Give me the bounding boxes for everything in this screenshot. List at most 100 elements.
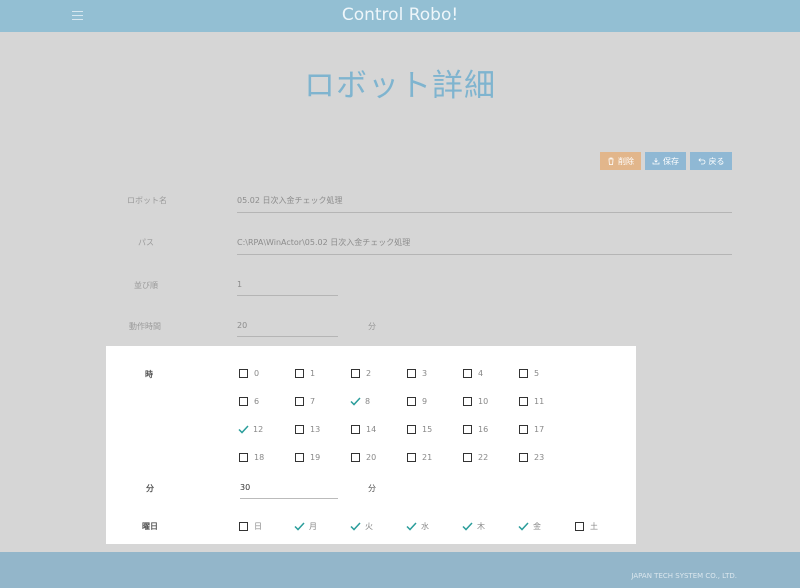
checkbox-box bbox=[575, 522, 584, 531]
weekday-checkbox-5[interactable]: 金 bbox=[518, 521, 541, 532]
back-button[interactable]: 戻る bbox=[690, 152, 732, 170]
checkbox-label: 木 bbox=[477, 522, 485, 531]
back-label: 戻る bbox=[708, 156, 725, 166]
hour-checkbox-22[interactable]: 22 bbox=[463, 453, 488, 462]
hour-checkbox-18[interactable]: 18 bbox=[239, 453, 264, 462]
weekday-checkbox-3[interactable]: 水 bbox=[406, 521, 429, 532]
hour-checkbox-13[interactable]: 13 bbox=[295, 425, 320, 434]
checkbox-label: 7 bbox=[310, 397, 316, 406]
checkbox-label: 19 bbox=[310, 453, 321, 462]
hour-checkbox-10[interactable]: 10 bbox=[463, 397, 488, 406]
hour-checkbox-20[interactable]: 20 bbox=[351, 453, 376, 462]
checkbox-label: 8 bbox=[365, 397, 371, 406]
checkbox-box bbox=[239, 369, 248, 378]
minute-label: 分 bbox=[146, 484, 154, 493]
hour-checkbox-8[interactable]: 8 bbox=[350, 397, 371, 406]
hour-checkbox-19[interactable]: 19 bbox=[295, 453, 320, 462]
hour-checkbox-21[interactable]: 21 bbox=[407, 453, 432, 462]
checkbox-box bbox=[239, 397, 248, 406]
download-icon bbox=[652, 158, 660, 165]
app-title: Control Robo! bbox=[341, 5, 459, 25]
hour-checkbox-6[interactable]: 6 bbox=[239, 397, 259, 406]
undo-icon bbox=[697, 158, 705, 165]
hour-checkbox-11[interactable]: 11 bbox=[519, 397, 544, 406]
checkbox-label: 6 bbox=[254, 397, 260, 406]
checkbox-box bbox=[407, 425, 416, 434]
checkmark-icon bbox=[294, 522, 305, 531]
hour-checkbox-3[interactable]: 3 bbox=[407, 369, 427, 378]
trash-icon bbox=[608, 157, 614, 165]
checkbox-box bbox=[351, 425, 360, 434]
checkbox-label: 月 bbox=[309, 522, 317, 531]
footer: JAPAN TECH SYSTEM CO., LTD. bbox=[0, 552, 800, 588]
schedule-panel: 時 0 1 2 3 4 5 6 7 8 9 10 11 12 13 14 15 16 17 18 19 20 21 22 23… bbox=[106, 346, 636, 544]
hour-checkbox-2[interactable]: 2 bbox=[351, 369, 371, 378]
checkbox-label: 15 bbox=[422, 425, 433, 434]
minute-field[interactable]: 30 bbox=[240, 483, 338, 499]
checkbox-box bbox=[295, 397, 304, 406]
checkbox-label: 9 bbox=[422, 397, 428, 406]
hour-checkbox-23[interactable]: 23 bbox=[519, 453, 544, 462]
checkbox-box bbox=[295, 369, 304, 378]
duration-field[interactable]: 20 bbox=[237, 321, 338, 337]
save-button[interactable]: 保存 bbox=[645, 152, 686, 170]
order-label: 並び順 bbox=[134, 281, 158, 290]
checkmark-icon bbox=[518, 522, 529, 531]
checkbox-box bbox=[407, 397, 416, 406]
checkbox-label: 3 bbox=[422, 369, 428, 378]
delete-button[interactable]: 削除 bbox=[600, 152, 641, 170]
checkbox-box bbox=[407, 369, 416, 378]
weekday-checkbox-0[interactable]: 日 bbox=[239, 521, 262, 532]
hour-checkbox-9[interactable]: 9 bbox=[407, 397, 427, 406]
checkbox-box bbox=[463, 397, 472, 406]
hour-checkbox-0[interactable]: 0 bbox=[239, 369, 259, 378]
checkmark-icon bbox=[406, 522, 417, 531]
checkmark-icon bbox=[238, 425, 249, 434]
checkbox-box bbox=[239, 522, 248, 531]
robot-name-label: ロボット名 bbox=[127, 196, 167, 205]
checkbox-label: 17 bbox=[534, 425, 545, 434]
hour-checkbox-1[interactable]: 1 bbox=[295, 369, 315, 378]
checkbox-box bbox=[351, 453, 360, 462]
robot-name-field[interactable]: 05.02 日次入金チェック処理 bbox=[237, 195, 732, 213]
checkbox-box bbox=[463, 425, 472, 434]
hour-checkbox-4[interactable]: 4 bbox=[463, 369, 483, 378]
weekday-checkbox-6[interactable]: 土 bbox=[575, 521, 598, 532]
app-header: Control Robo! bbox=[0, 0, 800, 32]
checkbox-box bbox=[463, 369, 472, 378]
checkbox-label: 金 bbox=[533, 522, 541, 531]
checkbox-label: 日 bbox=[254, 522, 262, 531]
path-field[interactable]: C:\RPA\WinActor\05.02 日次入金チェック処理 bbox=[237, 237, 732, 255]
checkbox-box bbox=[239, 453, 248, 462]
weekday-checkbox-1[interactable]: 月 bbox=[294, 521, 317, 532]
weekday-checkbox-4[interactable]: 木 bbox=[462, 521, 485, 532]
weekday-checkbox-2[interactable]: 火 bbox=[350, 521, 373, 532]
minute-unit: 分 bbox=[368, 484, 376, 493]
delete-label: 削除 bbox=[618, 156, 634, 166]
checkbox-label: 0 bbox=[254, 369, 260, 378]
hour-checkbox-14[interactable]: 14 bbox=[351, 425, 376, 434]
hour-checkbox-7[interactable]: 7 bbox=[295, 397, 315, 406]
checkbox-box bbox=[519, 425, 528, 434]
hour-checkbox-17[interactable]: 17 bbox=[519, 425, 544, 434]
checkbox-label: 水 bbox=[421, 522, 429, 531]
checkbox-box bbox=[463, 453, 472, 462]
checkbox-box bbox=[519, 369, 528, 378]
hour-checkbox-16[interactable]: 16 bbox=[463, 425, 488, 434]
checkbox-label: 16 bbox=[478, 425, 489, 434]
checkmark-icon bbox=[350, 397, 361, 406]
checkbox-label: 14 bbox=[366, 425, 377, 434]
hour-checkbox-12[interactable]: 12 bbox=[238, 425, 264, 434]
page-title: ロボット詳細 bbox=[304, 68, 496, 104]
checkbox-box bbox=[295, 453, 304, 462]
checkbox-label: 火 bbox=[365, 522, 373, 531]
hour-checkbox-5[interactable]: 5 bbox=[519, 369, 539, 378]
order-field[interactable]: 1 bbox=[237, 280, 338, 296]
checkbox-label: 1 bbox=[310, 369, 316, 378]
hour-label: 時 bbox=[145, 370, 153, 379]
checkbox-box bbox=[519, 453, 528, 462]
footer-copyright: JAPAN TECH SYSTEM CO., LTD. bbox=[631, 572, 737, 580]
weekday-label: 曜日 bbox=[142, 522, 158, 531]
checkbox-label: 12 bbox=[253, 425, 264, 434]
hour-checkbox-15[interactable]: 15 bbox=[407, 425, 432, 434]
